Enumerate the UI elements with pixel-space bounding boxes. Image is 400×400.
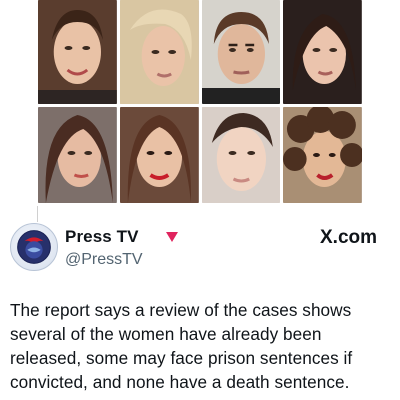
photo-8[interactable]: [283, 107, 362, 203]
portrait-image: [38, 0, 117, 104]
portrait-image: [283, 107, 362, 203]
source-site-label: X.com: [320, 227, 378, 248]
photo-2[interactable]: [119, 0, 199, 104]
presstv-logo-icon: [17, 230, 51, 264]
portrait-image: [119, 107, 199, 203]
presstv-avatar[interactable]: [10, 223, 58, 271]
portrait-image: [119, 0, 199, 104]
photo-3[interactable]: [201, 0, 281, 104]
photo-6[interactable]: [119, 107, 199, 203]
photo-4[interactable]: [283, 0, 362, 104]
photo-7[interactable]: [201, 107, 281, 203]
red-triangle-government-badge-icon: [166, 232, 178, 242]
photo-5[interactable]: [38, 107, 117, 203]
photo-grid[interactable]: [38, 0, 362, 205]
author-handle[interactable]: @PressTV: [65, 251, 143, 269]
portrait-image: [201, 107, 281, 203]
portrait-image: [283, 0, 362, 104]
photo-1[interactable]: [38, 0, 117, 104]
portrait-image: [38, 107, 117, 203]
screenshot-root: Press TV @PressTV X.com The report says …: [0, 0, 400, 400]
author-display-name[interactable]: Press TV: [65, 227, 139, 247]
thread-connector-line: [37, 206, 38, 222]
tweet-text: The report says a review of the cases sh…: [10, 300, 353, 392]
portrait-image: [201, 0, 281, 104]
